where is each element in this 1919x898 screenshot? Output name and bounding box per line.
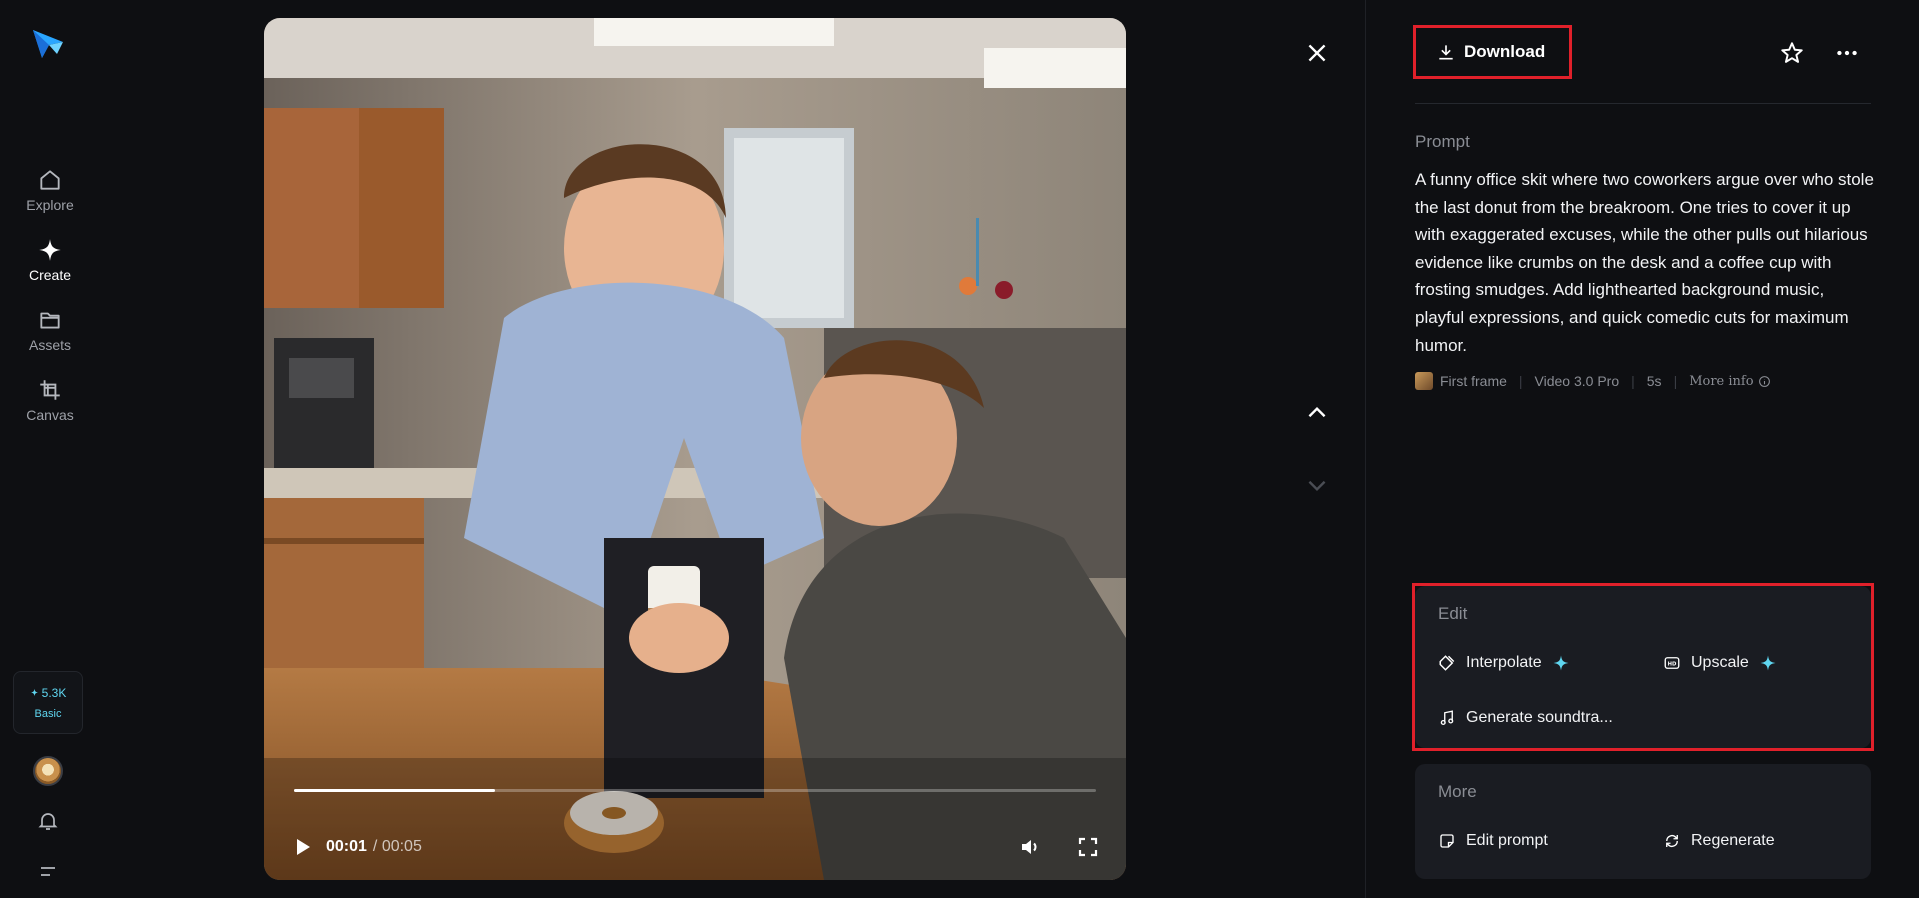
prompt-label: Prompt (1415, 132, 1470, 151)
avatar[interactable] (33, 756, 63, 786)
chevron-down-icon[interactable] (1304, 472, 1330, 498)
download-icon (1439, 45, 1453, 60)
info-icon (1758, 375, 1770, 387)
credits-value: 5.3K (41, 685, 67, 700)
refresh-icon (1666, 835, 1678, 847)
edit-prompt-button[interactable]: Edit prompt (1438, 832, 1548, 850)
header-divider (1415, 103, 1871, 104)
star-icon[interactable] (1779, 40, 1805, 66)
progress-bar[interactable] (294, 789, 1096, 792)
generation-meta: First frame | Video 3.0 Pro | 5s | More … (1415, 372, 1771, 390)
bell-icon[interactable] (36, 809, 60, 833)
nav-label: Create (28, 267, 72, 283)
progress-fill (294, 789, 495, 792)
edit-prompt-icon (1440, 834, 1454, 848)
meta-separator: | (1518, 373, 1523, 389)
more-title: More (1438, 782, 1477, 801)
regenerate-button[interactable]: Regenerate (1663, 832, 1775, 850)
close-icon[interactable] (1304, 40, 1330, 66)
app-logo[interactable] (31, 28, 65, 60)
more-card: More Edit prompt Regenerate (1415, 764, 1871, 879)
regenerate-label: Regenerate (1691, 832, 1775, 849)
download-label: Download (1464, 42, 1546, 61)
player-controls: 00:01 / 00:05 (290, 832, 1100, 862)
credits-value-row: 5.3K (30, 685, 67, 700)
nav-item-canvas[interactable]: Canvas (0, 377, 100, 423)
chevron-up-icon[interactable] (1304, 400, 1330, 426)
meta-separator: | (1631, 373, 1635, 389)
home-icon (40, 170, 60, 190)
download-button[interactable]: Download (1413, 25, 1572, 79)
first-frame-thumbnail (1415, 372, 1433, 390)
player-controls-right (1018, 835, 1100, 859)
left-rail: Explore Create Assets Canvas 5.3K Basic (0, 0, 100, 898)
nav-label: Canvas (26, 407, 74, 423)
edit-highlight-outline (1412, 583, 1874, 751)
nav-item-explore[interactable]: Explore (0, 167, 100, 213)
current-time: 00:01 (326, 838, 367, 855)
nav-item-assets[interactable]: Assets (0, 307, 100, 353)
menu-icon[interactable] (36, 860, 60, 884)
panel-divider (1365, 0, 1366, 898)
sparkle-icon (39, 239, 61, 261)
sparkle-icon (30, 688, 38, 697)
nav-label: Explore (26, 197, 74, 213)
video-player[interactable]: 00:01 / 00:05 (264, 18, 1126, 880)
first-frame-label: First frame (1440, 373, 1507, 389)
volume-icon[interactable] (1018, 835, 1042, 859)
folder-icon (40, 312, 60, 329)
play-icon[interactable] (290, 835, 314, 859)
crop-icon (40, 380, 60, 400)
edit-prompt-label: Edit prompt (1466, 832, 1548, 849)
more-info-link[interactable]: More info (1689, 374, 1770, 389)
total-time: / 00:05 (372, 838, 422, 855)
nav-label: Assets (28, 337, 71, 353)
nav-item-create[interactable]: Create (0, 237, 100, 283)
more-info-label: More info (1689, 373, 1754, 389)
plan-label: Basic (34, 707, 62, 720)
duration-label: 5s (1646, 373, 1662, 389)
more-options-icon[interactable] (1834, 40, 1860, 66)
credits-badge[interactable]: 5.3K Basic (13, 671, 83, 734)
fullscreen-icon[interactable] (1076, 835, 1100, 859)
video-frame (264, 18, 1126, 880)
meta-separator: | (1673, 373, 1678, 389)
model-label: Video 3.0 Pro (1534, 373, 1620, 389)
prompt-text: A funny office skit where two coworkers … (1415, 170, 1874, 355)
